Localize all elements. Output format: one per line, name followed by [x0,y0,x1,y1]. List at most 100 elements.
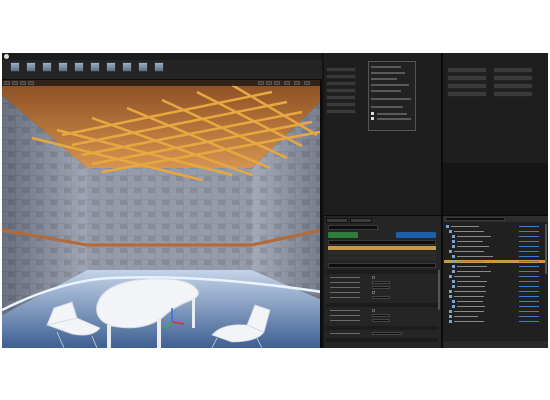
menu-item[interactable] [377,118,411,120]
property-field[interactable] [372,286,390,289]
camera-speed-button[interactable] [304,81,310,85]
outliner-row[interactable] [444,265,547,268]
content-icon[interactable] [42,62,52,72]
actor-type-link[interactable] [519,246,539,247]
actor-type-link[interactable] [519,251,539,252]
modes-place-button[interactable] [326,67,356,72]
actor-type-link[interactable] [519,306,539,307]
level-viewport[interactable] [2,80,322,348]
outliner-row[interactable] [444,290,547,293]
outliner-row[interactable] [444,320,547,323]
actor-type-link[interactable] [519,301,539,302]
perspective-button[interactable] [12,81,18,85]
actor-type-link[interactable] [519,291,539,292]
outliner-row[interactable] [444,255,547,258]
menu-item[interactable] [371,98,411,100]
outliner-row[interactable] [444,225,547,228]
component-row[interactable] [328,256,436,260]
save-icon[interactable] [10,62,20,72]
scale-button[interactable] [274,81,280,85]
tab-details[interactable] [326,218,348,223]
actor-type-link[interactable] [519,316,539,317]
rotate-button[interactable] [266,81,272,85]
settings-icon[interactable] [74,62,84,72]
tool-button[interactable] [493,75,533,81]
component-row[interactable] [328,246,436,250]
add-component-button[interactable] [328,232,358,238]
marketplace-icon[interactable] [58,62,68,72]
property-field[interactable] [372,314,390,317]
outliner-scrollbar[interactable] [545,224,547,274]
outliner-row[interactable] [444,245,547,248]
tool-button[interactable] [493,67,533,73]
outliner-row[interactable] [444,295,547,298]
modes-foliage-button[interactable] [326,88,356,93]
outliner-row[interactable] [444,230,547,233]
category-physics[interactable] [326,338,438,342]
menu-item[interactable] [377,113,407,115]
menu-item[interactable] [371,66,401,68]
category-light[interactable] [326,270,438,274]
show-button[interactable] [28,81,34,85]
lit-button[interactable] [20,81,26,85]
component-row[interactable] [328,251,436,255]
actor-type-link[interactable] [519,276,539,277]
menu-item[interactable] [371,106,403,108]
modes-paint-button[interactable] [326,74,356,79]
property-field[interactable] [372,296,390,299]
grid-size-button[interactable] [294,81,300,85]
modes-mesh-button[interactable] [326,102,356,107]
checkbox-icon[interactable] [372,309,375,312]
play-icon[interactable] [138,62,148,72]
checkbox-icon[interactable] [372,276,375,279]
actor-type-link[interactable] [519,286,539,287]
property-field[interactable] [372,319,390,322]
outliner-row[interactable] [444,250,547,253]
modes-landscape-button[interactable] [326,81,356,86]
checkbox-icon[interactable] [371,112,374,115]
actor-type-link[interactable] [519,231,539,232]
outliner-row[interactable] [444,315,547,318]
blueprints-icon[interactable] [90,62,100,72]
tool-button[interactable] [447,83,487,89]
tool-button[interactable] [493,91,533,97]
category-rendering[interactable] [326,303,438,307]
actor-type-link[interactable] [519,261,539,262]
modes-extra-button[interactable] [326,109,356,114]
menu-item[interactable] [371,78,397,80]
blueprint-script-button[interactable] [396,232,436,238]
outliner-row[interactable] [444,235,547,238]
outliner-row[interactable] [444,285,547,288]
category-building[interactable] [326,326,438,330]
menu-item[interactable] [371,84,409,86]
outliner-search-input[interactable] [445,217,505,221]
source-control-icon[interactable] [26,62,36,72]
outliner-row[interactable] [444,260,547,263]
component-search-input[interactable] [328,240,436,245]
details-scrollbar[interactable] [438,270,440,310]
translate-button[interactable] [258,81,264,85]
property-field[interactable] [372,281,390,284]
tab-world-settings[interactable] [350,218,372,223]
checkbox-icon[interactable] [371,117,374,120]
checkbox-icon[interactable] [372,291,375,294]
actor-type-link[interactable] [519,266,539,267]
tool-button[interactable] [493,83,533,89]
outliner-row[interactable] [444,275,547,278]
menu-item[interactable] [371,90,401,92]
snap-button[interactable] [284,81,290,85]
actor-type-link[interactable] [519,241,539,242]
launch-icon[interactable] [154,62,164,72]
actor-type-link[interactable] [519,256,539,257]
tool-button[interactable] [447,67,487,73]
outliner-row[interactable] [444,300,547,303]
viewport-options-button[interactable] [4,81,10,85]
menu-item[interactable] [371,72,405,74]
tool-button[interactable] [447,91,487,97]
actor-type-link[interactable] [519,321,539,322]
actor-type-link[interactable] [519,296,539,297]
actor-type-link[interactable] [519,281,539,282]
tool-button[interactable] [447,75,487,81]
actor-type-link[interactable] [519,236,539,237]
details-search-input[interactable] [328,263,436,268]
